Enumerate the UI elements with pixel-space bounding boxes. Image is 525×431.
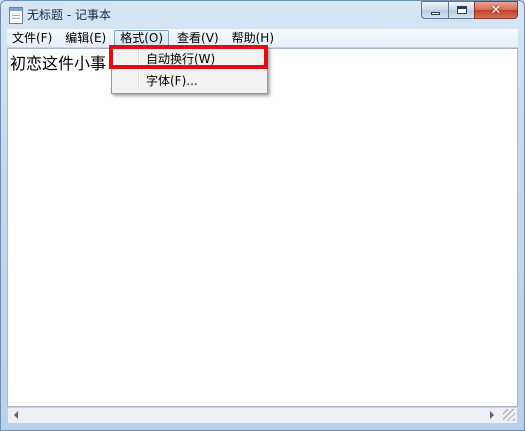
horizontal-scrollbar[interactable]	[7, 407, 518, 424]
menu-format[interactable]: 格式(O)	[114, 29, 170, 47]
maximize-icon	[456, 6, 467, 14]
window-title: 无标题 - 记事本	[27, 8, 111, 22]
menu-file[interactable]: 文件(F)	[7, 30, 57, 47]
resize-grip-icon[interactable]	[503, 409, 515, 421]
notepad-icon[interactable]	[9, 7, 23, 24]
menu-edit[interactable]: 编辑(E)	[60, 30, 111, 47]
minimize-button[interactable]	[421, 1, 448, 19]
highlight-annotation-box	[109, 45, 268, 69]
close-icon: ✕	[490, 2, 502, 18]
text-editor-area[interactable]: 初恋这件小事	[7, 48, 518, 407]
menu-item-font[interactable]: 字体(F)...	[115, 72, 264, 91]
maximize-button[interactable]	[448, 1, 474, 19]
window-controls: ✕	[421, 1, 518, 19]
minimize-icon	[430, 11, 440, 15]
scroll-right-icon[interactable]	[490, 411, 494, 419]
editor-content: 初恋这件小事	[10, 54, 107, 73]
menu-help[interactable]: 帮助(H)	[227, 30, 279, 47]
scroll-left-icon[interactable]	[14, 411, 18, 419]
close-button[interactable]: ✕	[474, 1, 518, 19]
menu-view[interactable]: 查看(V)	[172, 30, 224, 47]
title-bar[interactable]: 无标题 - 记事本 ✕	[1, 1, 524, 29]
